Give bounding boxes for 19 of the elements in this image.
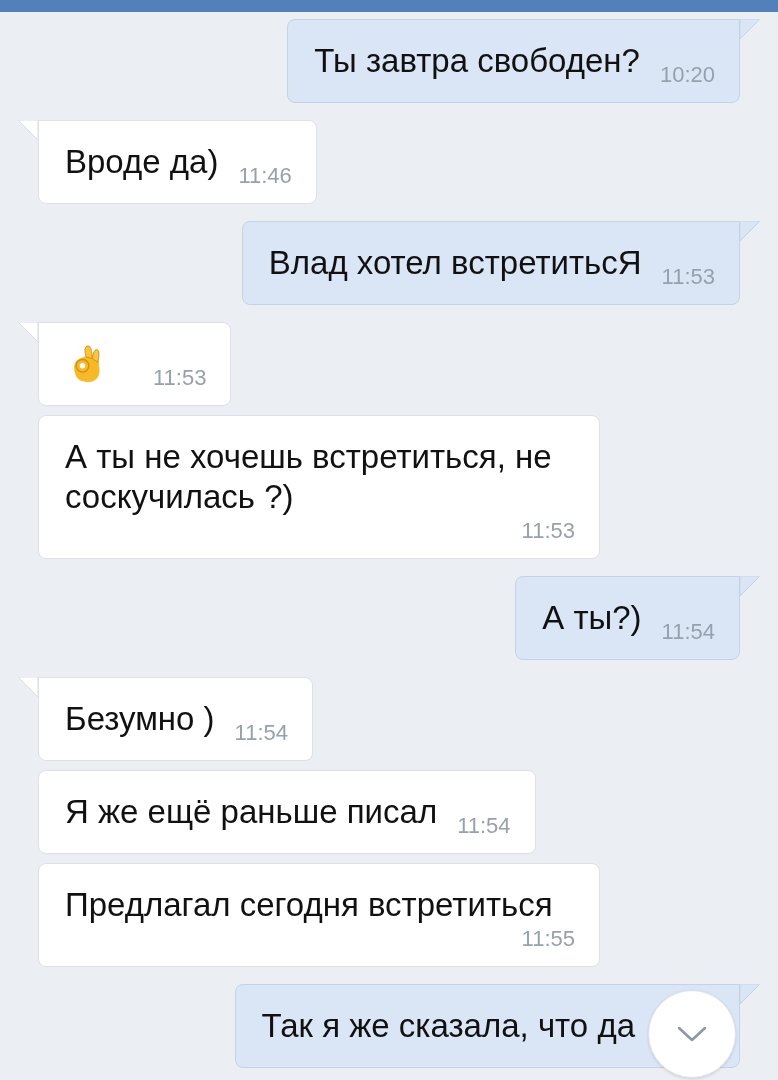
chevron-down-icon [677, 1026, 707, 1042]
message-text: Я же ещё раньше писал [65, 792, 438, 832]
message-text: Вроде да) [65, 142, 219, 182]
message-text: Ты завтра свободен? [314, 41, 640, 81]
message-text: А ты?) [542, 598, 642, 638]
message-time: 11:54 [661, 620, 715, 644]
message-text: Влад хотел встретитьсЯ [268, 243, 642, 283]
message-text: Безумно ) [65, 699, 215, 739]
message-time: 11:53 [661, 265, 715, 289]
message-time: 11:53 [153, 366, 207, 390]
message-text: А ты не хочешь встретиться, не соскучилась ?) [65, 437, 553, 517]
message-time: 11:54 [457, 814, 511, 838]
message-time: 11:54 [234, 721, 289, 745]
message-time: 11:55 [521, 927, 575, 951]
message-time: 11:53 [521, 519, 575, 543]
message-time: 11:46 [238, 164, 292, 188]
message-text: Так я же сказала, что да [261, 1006, 635, 1046]
message-text: Предлагал сегодня встретиться [65, 885, 553, 925]
message-time: 10:20 [659, 63, 715, 87]
